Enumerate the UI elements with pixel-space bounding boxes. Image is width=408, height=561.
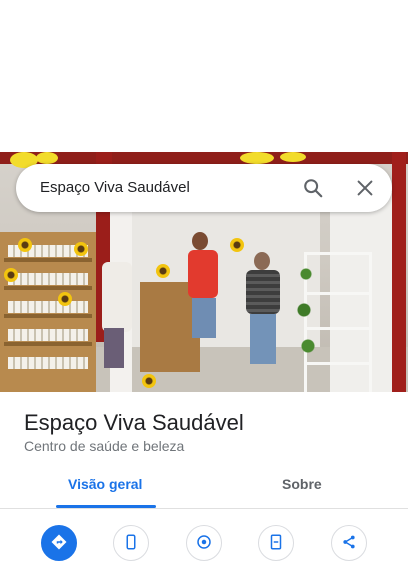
sunflower [230,238,244,252]
place-category[interactable]: Centro de saúde e beleza [24,438,184,454]
phone-button[interactable] [113,525,149,561]
search-input[interactable]: Espaço Viva Saudável [40,179,190,196]
place-title: Espaço Viva Saudável [24,410,244,435]
person [104,328,124,368]
person [250,314,276,364]
sunflower [142,374,156,388]
save-icon [270,534,282,550]
sunflower [4,268,18,282]
ceiling-beam [0,152,408,164]
person [188,250,218,298]
hanging-plants [296,262,316,382]
shelf-board [4,258,92,262]
yellow-balloon [36,152,58,164]
shelf-board [4,314,92,318]
sunflower [74,242,88,256]
tab-divider [0,508,408,509]
tab-overview[interactable]: Visão geral [68,476,142,492]
shelf-board [4,342,92,346]
yellow-balloon [240,152,274,164]
person [192,232,208,250]
save-button[interactable] [258,525,294,561]
product-bottles [8,357,88,369]
location-button[interactable] [186,525,222,561]
person [254,252,270,270]
product-bottles [8,301,88,313]
sunflower [18,238,32,252]
person [192,298,216,338]
red-pillar [392,152,406,392]
product-bottles [8,329,88,341]
product-bottles [8,273,88,285]
phone-icon [126,534,136,550]
shelf-board [4,286,92,290]
tab-about[interactable]: Sobre [282,476,322,492]
search-icon[interactable] [302,177,324,199]
sunflower [58,292,72,306]
blank-header-area [0,0,408,152]
close-icon[interactable] [354,177,376,199]
location-icon [197,535,211,549]
sunflower [156,264,170,278]
yellow-balloon [280,152,306,162]
search-bar[interactable]: Espaço Viva Saudável [16,164,392,212]
share-button[interactable] [331,525,367,561]
directions-icon [51,534,67,550]
person [102,262,132,332]
directions-button[interactable] [41,525,77,561]
person [246,270,280,314]
share-icon [343,535,355,549]
